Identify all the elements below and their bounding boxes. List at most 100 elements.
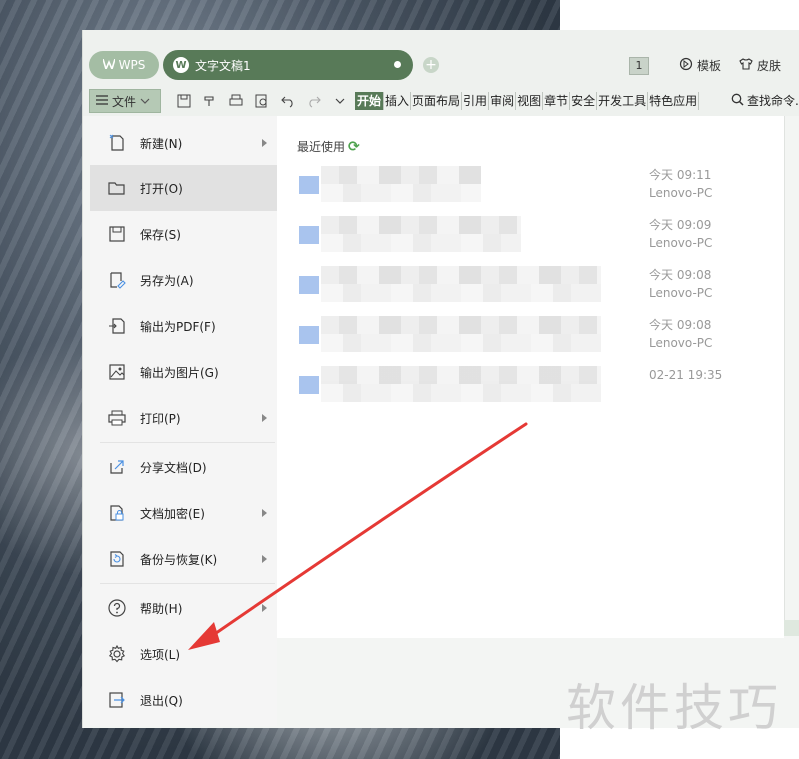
menu-item-help[interactable]: 帮助(H)	[90, 585, 277, 631]
menu-item-options[interactable]: 选项(L)	[90, 631, 277, 677]
tab-page-layout[interactable]: 页面布局	[411, 92, 463, 110]
menu-item-label: 选项(L)	[140, 647, 181, 662]
tab-references[interactable]: 引用	[462, 92, 490, 110]
menu-item-open[interactable]: 打开(O)	[90, 165, 277, 211]
menu-item-label: 退出(Q)	[140, 693, 183, 708]
blurred-file-name	[321, 166, 481, 202]
recent-title: 最近使用 ⟳	[297, 138, 360, 155]
recent-file-meta: 02-21 19:35	[649, 366, 722, 384]
recent-file-meta: 今天 09:08 Lenovo-PC	[649, 266, 712, 302]
tab-insert[interactable]: 插入	[384, 92, 412, 110]
recent-file-time: 02-21 19:35	[649, 368, 723, 382]
doc-file-icon	[299, 276, 319, 294]
doc-file-icon	[299, 376, 319, 394]
writer-doc-icon: W	[173, 57, 189, 73]
chevron-down-icon	[140, 94, 150, 108]
menu-item-label: 输出为图片(G)	[140, 365, 219, 380]
ribbon-tabs: 开始 插入 页面布局 引用 审阅 视图 章节 安全 开发工具 特色应用	[355, 92, 700, 110]
print-icon	[106, 407, 128, 429]
submenu-arrow-icon	[262, 604, 267, 612]
doc-file-icon	[299, 326, 319, 344]
encrypt-icon	[106, 502, 128, 524]
customize-dropdown-icon[interactable]	[331, 92, 349, 110]
watermark-text: 软件技巧	[566, 679, 782, 737]
undo-icon[interactable]	[279, 92, 297, 110]
recent-file-row[interactable]: 今天 09:08 Lenovo-PC	[299, 316, 739, 356]
tab-features[interactable]: 特色应用	[648, 92, 700, 110]
submenu-arrow-icon	[262, 414, 267, 422]
menu-item-new[interactable]: 新建(N)	[90, 120, 277, 166]
save-icon	[106, 223, 128, 245]
export-image-icon	[106, 361, 128, 383]
menu-item-label: 文档加密(E)	[140, 506, 205, 521]
format-painter-icon[interactable]	[201, 92, 219, 110]
status-strip	[784, 620, 799, 636]
search-command-label: 查找命令...	[747, 94, 799, 108]
submenu-arrow-icon	[262, 509, 267, 517]
exit-icon	[106, 689, 128, 711]
tab-home[interactable]: 开始	[355, 92, 385, 110]
save-quick-icon[interactable]	[175, 92, 193, 110]
command-search[interactable]: 查找命令...	[731, 92, 799, 109]
menu-item-export-pdf[interactable]: 输出为PDF(F)	[90, 303, 277, 349]
wps-logo-icon	[101, 58, 116, 72]
wps-home-button[interactable]: WPS	[89, 51, 159, 79]
document-tab[interactable]: W 文字文稿1	[163, 50, 413, 80]
menu-item-label: 备份与恢复(K)	[140, 552, 218, 567]
recent-file-author: Lenovo-PC	[649, 286, 713, 300]
recent-file-author: Lenovo-PC	[649, 336, 713, 350]
doc-count-badge[interactable]: 1	[629, 57, 649, 75]
menu-item-share[interactable]: 分享文档(D)	[90, 444, 277, 490]
skin-label: 皮肤	[757, 59, 782, 73]
menu-item-label: 帮助(H)	[140, 601, 183, 616]
menu-item-save-as[interactable]: 另存为(A)	[90, 257, 277, 303]
tab-view[interactable]: 视图	[516, 92, 544, 110]
menu-item-export-image[interactable]: 输出为图片(G)	[90, 349, 277, 395]
recent-file-row[interactable]: 今天 09:11 Lenovo-PC	[299, 166, 739, 206]
template-icon	[679, 57, 693, 74]
new-tab-plus-icon[interactable]: +	[423, 57, 439, 73]
recent-file-row[interactable]: 今天 09:08 Lenovo-PC	[299, 266, 739, 306]
redo-icon[interactable]	[305, 92, 323, 110]
print-preview-icon[interactable]	[253, 92, 271, 110]
menu-item-backup[interactable]: 备份与恢复(K)	[90, 536, 277, 582]
print-quick-icon[interactable]	[227, 92, 245, 110]
doc-file-icon	[299, 176, 319, 194]
recent-file-row[interactable]: 02-21 19:35	[299, 366, 739, 406]
help-icon	[106, 597, 128, 619]
file-menu-button[interactable]: 文件	[89, 89, 161, 113]
tab-review[interactable]: 审阅	[489, 92, 517, 110]
blurred-file-name	[321, 216, 521, 252]
recent-file-meta: 今天 09:11 Lenovo-PC	[649, 166, 712, 202]
hamburger-icon	[96, 94, 108, 108]
document-edge	[784, 116, 799, 636]
gear-icon	[106, 643, 128, 665]
new-doc-icon	[106, 132, 128, 154]
refresh-icon[interactable]: ⟳	[348, 139, 360, 155]
recent-file-author: Lenovo-PC	[649, 186, 713, 200]
file-menu-label: 文件	[112, 94, 137, 109]
search-icon	[731, 93, 744, 109]
folder-open-icon	[106, 177, 128, 199]
recent-files-panel: 最近使用 ⟳ 今天 09:11 Lenovo-PC 今天 09:09 Lenov…	[277, 116, 784, 638]
recent-file-time: 今天 09:09	[649, 218, 712, 232]
recent-file-row[interactable]: 今天 09:09 Lenovo-PC	[299, 216, 739, 256]
recent-file-meta: 今天 09:08 Lenovo-PC	[649, 316, 712, 352]
menu-item-print[interactable]: 打印(P)	[90, 395, 277, 441]
tshirt-icon	[739, 57, 753, 74]
doc-file-icon	[299, 226, 319, 244]
menu-item-encrypt[interactable]: 文档加密(E)	[90, 490, 277, 536]
tab-security[interactable]: 安全	[570, 92, 598, 110]
tab-developer[interactable]: 开发工具	[597, 92, 649, 110]
menu-item-exit[interactable]: 退出(Q)	[90, 677, 277, 723]
menu-divider	[100, 442, 275, 443]
menu-item-save[interactable]: 保存(S)	[90, 211, 277, 257]
menu-item-label: 分享文档(D)	[140, 460, 207, 475]
menu-divider	[100, 583, 275, 584]
wps-brand-label: WPS	[118, 58, 146, 72]
template-button[interactable]: 模板	[679, 57, 721, 74]
menu-item-label: 输出为PDF(F)	[140, 319, 216, 334]
tab-chapter[interactable]: 章节	[543, 92, 571, 110]
skin-button[interactable]: 皮肤	[739, 57, 781, 74]
submenu-arrow-icon	[262, 139, 267, 147]
